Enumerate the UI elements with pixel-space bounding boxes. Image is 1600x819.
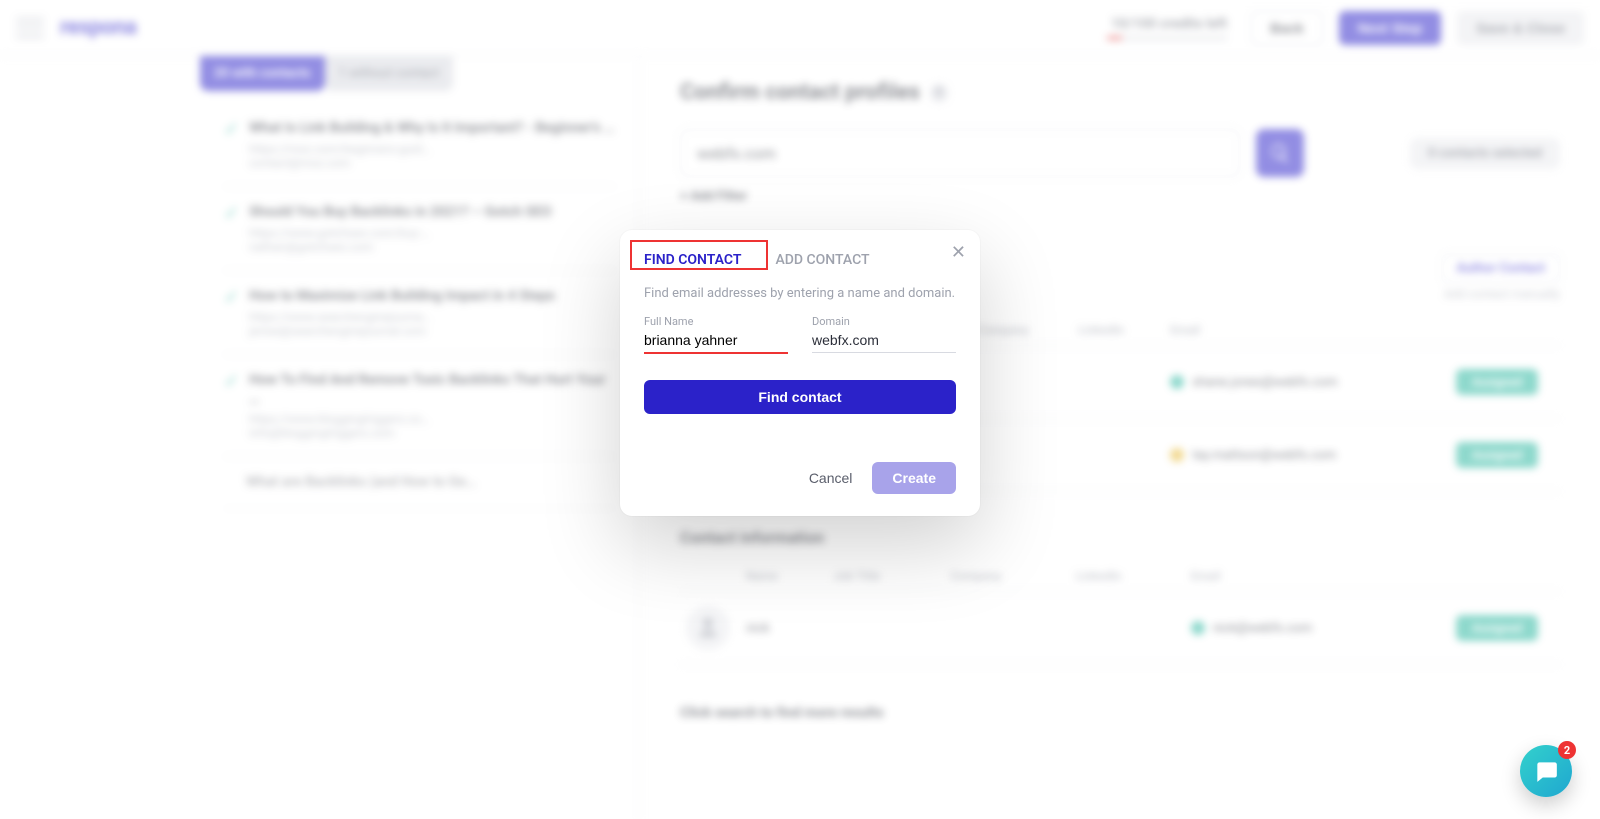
create-button[interactable]: Create bbox=[872, 462, 956, 494]
tab-find-contact[interactable]: FIND CONTACT bbox=[644, 248, 741, 272]
modal-overlay: ✕ FIND CONTACT ADD CONTACT Find email ad… bbox=[0, 0, 1600, 819]
tab-add-contact[interactable]: ADD CONTACT bbox=[775, 248, 869, 272]
full-name-label: Full Name bbox=[644, 315, 788, 328]
find-contact-button[interactable]: Find contact bbox=[644, 380, 956, 414]
domain-label: Domain bbox=[812, 315, 956, 328]
cancel-button[interactable]: Cancel bbox=[803, 469, 859, 487]
full-name-input[interactable] bbox=[644, 330, 788, 354]
chat-unread-badge: 2 bbox=[1558, 741, 1576, 759]
domain-field-wrapper: Domain bbox=[812, 315, 956, 354]
modal-help-text: Find email addresses by entering a name … bbox=[644, 286, 956, 301]
full-name-field-wrapper: Full Name bbox=[644, 315, 788, 354]
find-contact-modal: ✕ FIND CONTACT ADD CONTACT Find email ad… bbox=[620, 230, 980, 516]
chat-launcher[interactable]: 2 bbox=[1520, 745, 1572, 797]
chat-icon bbox=[1533, 758, 1559, 784]
domain-input[interactable] bbox=[812, 330, 956, 353]
